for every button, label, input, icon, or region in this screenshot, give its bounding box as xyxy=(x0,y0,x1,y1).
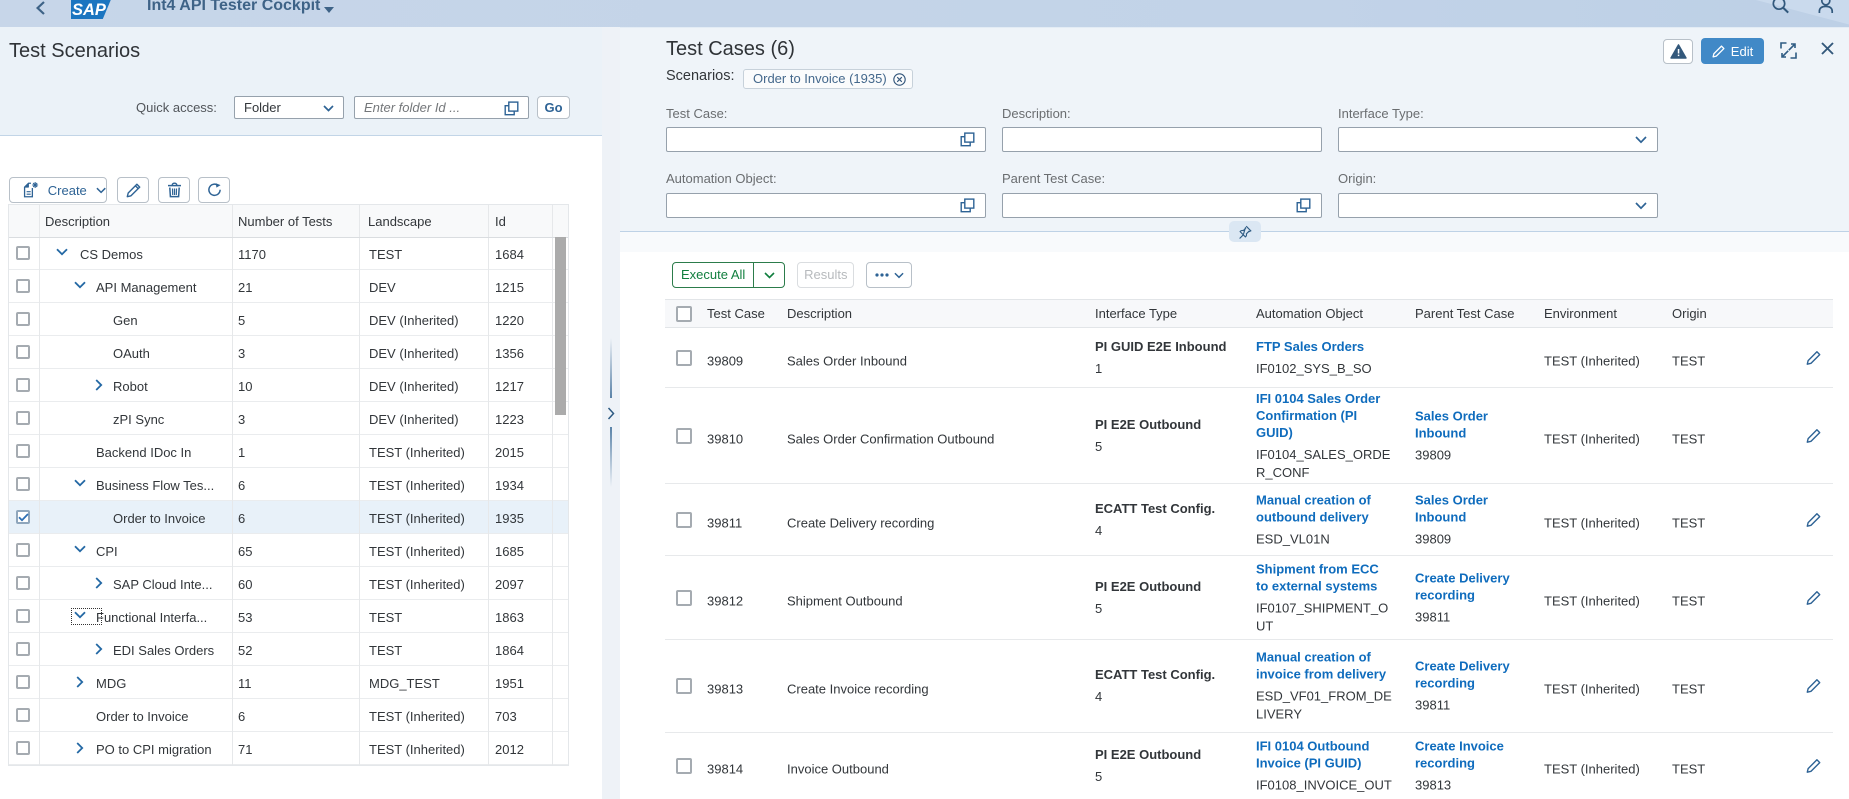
svg-text:SAP: SAP xyxy=(72,1,107,19)
